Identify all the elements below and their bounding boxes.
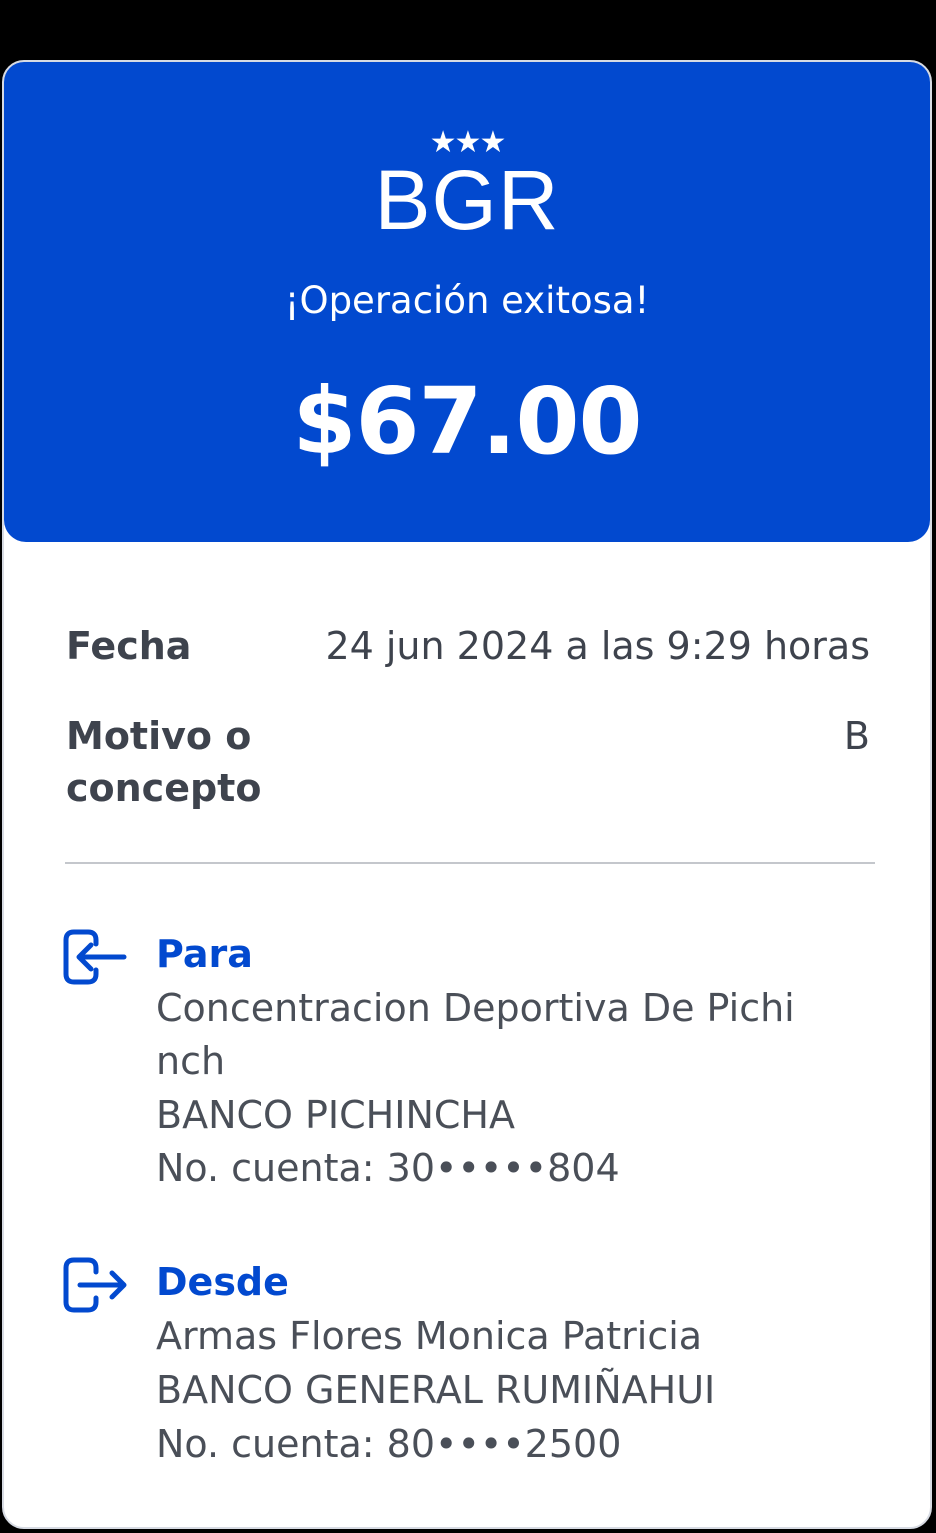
motivo-label-line1: Motivo o	[66, 714, 252, 758]
arrow-out-of-box-icon	[62, 1256, 128, 1314]
desde-title: Desde	[156, 1260, 289, 1304]
desde-name: Armas Flores Monica Patricia	[156, 1314, 703, 1358]
transfer-amount: $67.00	[292, 368, 642, 475]
receipt-card: ★★★ BGR ¡Operación exitosa! $67.00 Fecha…	[2, 60, 932, 1529]
receipt-header: ★★★ BGR ¡Operación exitosa! $67.00	[4, 62, 930, 542]
fecha-value: 24 jun 2024 a las 9:29 horas	[325, 624, 870, 668]
motivo-label-line2: concepto	[66, 766, 262, 810]
desde-account: No. cuenta: 80••••2500	[156, 1422, 622, 1466]
bgr-logo: BGR	[374, 153, 560, 247]
para-bank: BANCO PICHINCHA	[156, 1093, 515, 1137]
para-account: No. cuenta: 30•••••804	[156, 1146, 620, 1190]
operation-status: ¡Operación exitosa!	[284, 279, 650, 322]
para-name-line2: nch	[156, 1039, 226, 1083]
motivo-value: B	[843, 714, 870, 758]
divider	[65, 862, 875, 864]
desde-bank: BANCO GENERAL RUMIÑAHUI	[156, 1368, 716, 1412]
para-name-line1: Concentracion Deportiva De Pichi	[156, 986, 795, 1030]
para-title: Para	[156, 932, 253, 976]
arrow-into-box-icon	[62, 928, 128, 986]
fecha-label: Fecha	[66, 624, 192, 668]
